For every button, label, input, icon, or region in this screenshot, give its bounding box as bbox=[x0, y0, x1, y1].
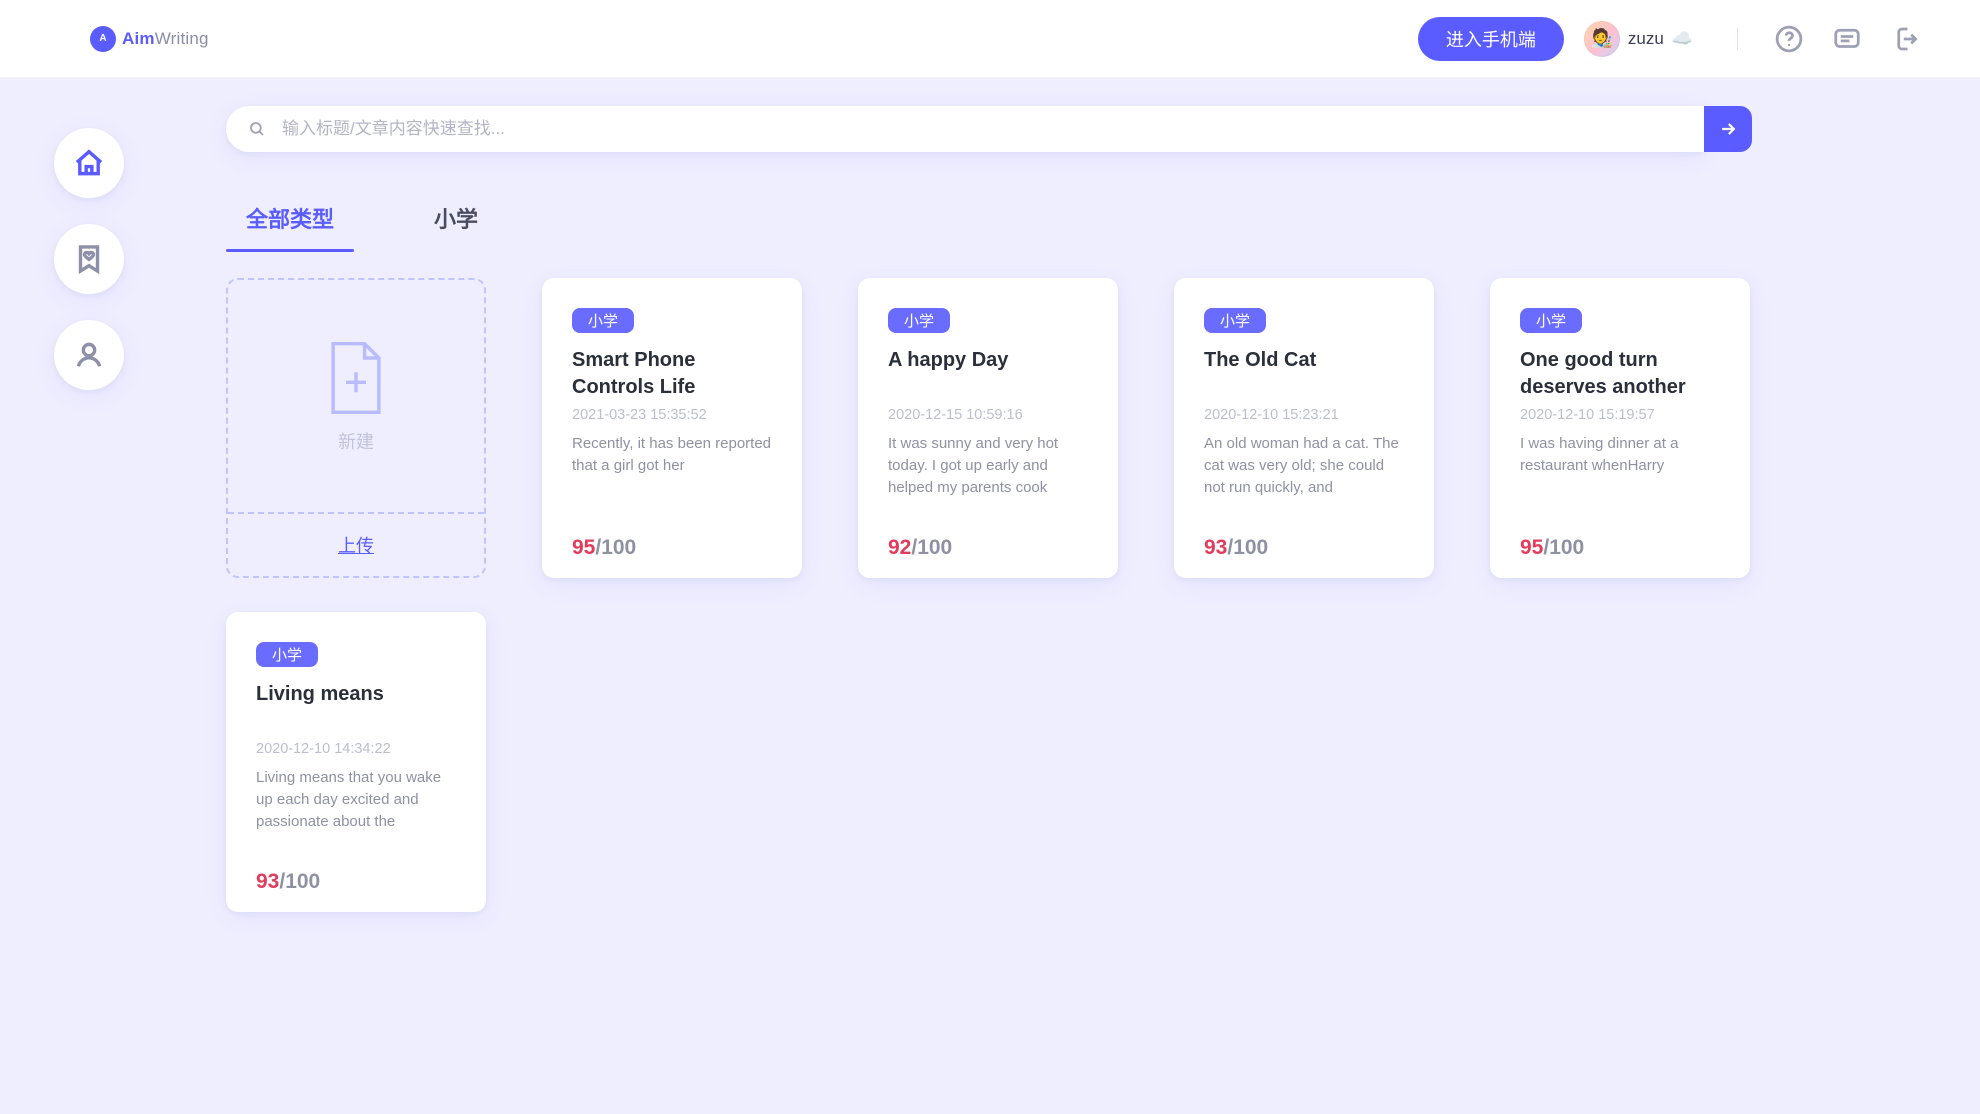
create-essay-label: 新建 bbox=[338, 428, 374, 454]
tab-label: 小学 bbox=[434, 207, 478, 232]
create-essay-button[interactable]: 新建 bbox=[228, 280, 484, 512]
category-pill: 小学 bbox=[1204, 308, 1266, 333]
brand-text: AimWriting bbox=[122, 29, 209, 49]
category-pill: 小学 bbox=[888, 308, 950, 333]
tab-0[interactable]: 全部类型 bbox=[226, 188, 354, 252]
brand-left: Aim bbox=[122, 29, 155, 48]
vertical-divider bbox=[1737, 28, 1738, 50]
tab-1[interactable]: 小学 bbox=[414, 188, 498, 252]
username-emoji: ☁️ bbox=[1672, 29, 1693, 49]
essay-title: Living means bbox=[256, 681, 456, 735]
sidebar-item-profile[interactable] bbox=[54, 320, 124, 390]
essay-card[interactable]: 小学 A happy Day 2020-12-15 10:59:16 It was s… bbox=[858, 278, 1118, 578]
essay-title: Smart Phone Controls Life bbox=[572, 347, 772, 401]
essay-card[interactable]: 小学 The Old Cat 2020-12-10 15:23:21 An old w… bbox=[1174, 278, 1434, 578]
home-icon bbox=[72, 146, 106, 180]
essay-grid: 新建 上传 小学 Smart Phone Controls Life 2021-03… bbox=[226, 278, 1900, 912]
help-icon[interactable] bbox=[1772, 22, 1806, 56]
essay-score: 93/100 bbox=[1204, 536, 1404, 560]
brand-logo[interactable]: A AimWriting bbox=[90, 26, 209, 52]
essay-excerpt: It was sunny and very hot today. I got u… bbox=[888, 433, 1088, 530]
user-icon bbox=[72, 338, 106, 372]
score-max: /100 bbox=[1227, 536, 1268, 559]
user-chip[interactable]: 🧑‍🎨 zuzu ☁️ bbox=[1584, 21, 1693, 57]
score-max: /100 bbox=[911, 536, 952, 559]
category-pill: 小学 bbox=[1520, 308, 1582, 333]
score-max: /100 bbox=[595, 536, 636, 559]
search-bar[interactable] bbox=[226, 106, 1704, 152]
category-pill: 小学 bbox=[256, 642, 318, 667]
search-bar-wrap bbox=[226, 106, 1752, 152]
score-value: 95 bbox=[1520, 536, 1543, 559]
score-value: 93 bbox=[256, 870, 279, 893]
brand-badge: A bbox=[90, 26, 116, 52]
main-content: 全部类型小学 新建 上传 小学Smart Phone Controls Life… bbox=[226, 78, 1980, 972]
enter-mobile-button[interactable]: 进入手机端 bbox=[1418, 17, 1564, 61]
top-bar: A AimWriting 进入手机端 🧑‍🎨 zuzu ☁️ bbox=[0, 0, 1980, 78]
search-input[interactable] bbox=[280, 118, 1682, 140]
essay-meta: 2020-12-10 15:23:21 bbox=[1204, 407, 1404, 423]
username: zuzu bbox=[1628, 29, 1664, 49]
essay-card[interactable]: 小学 Smart Phone Controls Life 2021-03-23 15… bbox=[542, 278, 802, 578]
essay-title: One good turn deserves another bbox=[1520, 347, 1720, 401]
essay-score: 92/100 bbox=[888, 536, 1088, 560]
essay-excerpt: Living means that you wake up each day e… bbox=[256, 767, 456, 864]
search-icon bbox=[248, 120, 266, 138]
sidebar-item-home[interactable] bbox=[54, 128, 124, 198]
essay-score: 93/100 bbox=[256, 870, 456, 894]
logout-icon[interactable] bbox=[1888, 22, 1922, 56]
essay-score: 95/100 bbox=[572, 536, 772, 560]
bookmark-heart-icon bbox=[72, 242, 106, 276]
essay-meta: 2020-12-10 14:34:22 bbox=[256, 741, 456, 757]
essay-excerpt: An old woman had a cat. The cat was very… bbox=[1204, 433, 1404, 530]
side-nav bbox=[54, 128, 124, 390]
tab-label: 全部类型 bbox=[246, 207, 334, 232]
message-icon[interactable] bbox=[1830, 22, 1864, 56]
essay-meta: 2020-12-10 15:19:57 bbox=[1520, 407, 1720, 423]
category-pill: 小学 bbox=[572, 308, 634, 333]
essay-card[interactable]: 小学 Living means 2020-12-10 14:34:22 Living … bbox=[226, 612, 486, 912]
score-max: /100 bbox=[279, 870, 320, 893]
new-essay-card: 新建 上传 bbox=[226, 278, 486, 578]
essay-excerpt: I was having dinner at a restaurant when… bbox=[1520, 433, 1720, 530]
upload-essay-button[interactable]: 上传 bbox=[228, 512, 484, 576]
essay-meta: 2021-03-23 15:35:52 bbox=[572, 407, 772, 423]
essay-title: A happy Day bbox=[888, 347, 1088, 401]
brand-right: Writing bbox=[155, 29, 209, 48]
score-max: /100 bbox=[1543, 536, 1584, 559]
search-submit-button[interactable] bbox=[1704, 106, 1752, 152]
essay-meta: 2020-12-15 10:59:16 bbox=[888, 407, 1088, 423]
score-value: 93 bbox=[1204, 536, 1227, 559]
score-value: 92 bbox=[888, 536, 911, 559]
avatar: 🧑‍🎨 bbox=[1584, 21, 1620, 57]
arrow-right-icon bbox=[1718, 119, 1738, 139]
upload-essay-label: 上传 bbox=[338, 532, 374, 558]
sidebar-item-favorites[interactable] bbox=[54, 224, 124, 294]
essay-score: 95/100 bbox=[1520, 536, 1720, 560]
category-tabs: 全部类型 小学 bbox=[226, 188, 1900, 252]
score-value: 95 bbox=[572, 536, 595, 559]
essay-title: The Old Cat bbox=[1204, 347, 1404, 401]
essay-card[interactable]: 小学 One good turn deserves another 2020-12-… bbox=[1490, 278, 1750, 578]
file-plus-icon bbox=[321, 338, 391, 418]
essay-excerpt: Recently, it has been reported that a gi… bbox=[572, 433, 772, 530]
